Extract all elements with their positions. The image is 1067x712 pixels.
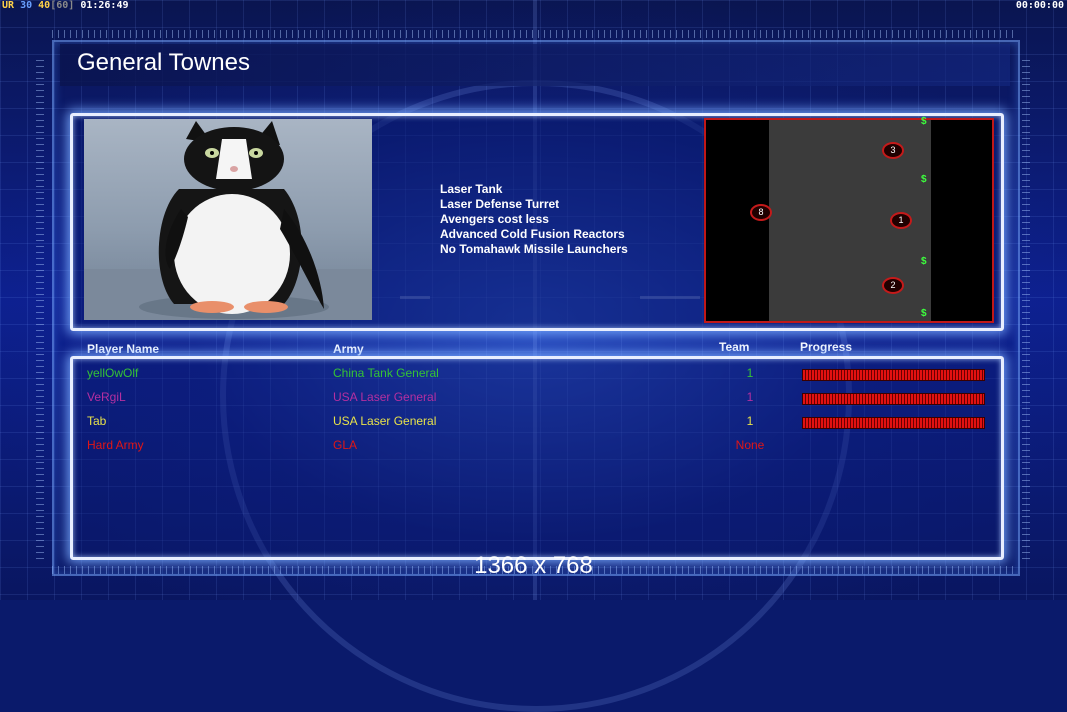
player-progress-bar xyxy=(802,417,985,429)
player-team: 1 xyxy=(746,366,754,380)
players-table-box xyxy=(70,356,1004,560)
player-row: Tab USA Laser General 1 xyxy=(0,414,1067,432)
player-army: China Tank General xyxy=(333,366,439,380)
player-army: GLA xyxy=(333,438,358,452)
player-name: yellOwOlf xyxy=(87,366,139,380)
player-row: yellOwOlf China Tank General 1 xyxy=(0,366,1067,384)
player-team: 1 xyxy=(746,390,754,404)
ruler-right xyxy=(1022,60,1030,560)
game-time: 01:26:49 xyxy=(80,0,129,11)
fps-logic-value: 40 xyxy=(38,0,51,11)
player-row: VeRgiL USA Laser General 1 xyxy=(0,390,1067,408)
feature-item: Laser Defense Turret xyxy=(440,197,560,211)
fps-counter: UR 30 40[60] 01:26:49 xyxy=(2,0,129,11)
feature-item: Advanced Cold Fusion Reactors xyxy=(440,227,625,241)
player-progress-bar xyxy=(802,393,985,405)
general-title: General Townes xyxy=(77,49,250,76)
ruler-top xyxy=(52,30,1016,38)
ruler-left xyxy=(36,60,44,560)
supply-dock-icon: $ xyxy=(921,256,927,267)
start-position-marker: 3 xyxy=(882,142,904,159)
start-position-marker: 1 xyxy=(890,212,912,229)
player-name: Tab xyxy=(87,414,107,428)
player-team: None xyxy=(735,438,765,452)
resolution-label: 1366 x 768 xyxy=(474,552,593,579)
player-team: 1 xyxy=(746,414,754,428)
player-row: Hard Army GLA None xyxy=(0,438,1067,456)
player-progress-bar xyxy=(802,369,985,381)
start-position-marker: 8 xyxy=(750,204,772,221)
fps-ur-label: UR xyxy=(2,0,15,11)
player-name: VeRgiL xyxy=(87,390,126,404)
timer-right: 00:00:00 xyxy=(1015,0,1064,11)
general-features-list: Laser Tank Laser Defense Turret Avengers… xyxy=(440,182,628,257)
fps-value: 30 xyxy=(20,0,33,11)
players-table-header: Player Name Army Team Progress xyxy=(0,340,1067,356)
start-position-marker: 2 xyxy=(882,277,904,294)
hud-topbar: UR 30 40[60] 01:26:49 00:00:00 xyxy=(0,0,1067,12)
supply-dock-icon: $ xyxy=(921,174,927,185)
player-army: USA Laser General xyxy=(333,390,437,404)
portrait-image xyxy=(84,121,372,320)
fps-cap: [60] xyxy=(50,0,75,11)
header-progress: Progress xyxy=(800,340,853,354)
player-name: Hard Army xyxy=(87,438,144,452)
header-army: Army xyxy=(333,342,364,356)
header-team: Team xyxy=(719,340,750,354)
feature-item: Avengers cost less xyxy=(440,212,549,226)
general-portrait xyxy=(84,119,372,320)
map-preview: 3 8 1 2 $ $ $ $ xyxy=(704,116,994,323)
supply-dock-icon: $ xyxy=(921,308,927,319)
feature-item: No Tomahawk Missile Launchers xyxy=(440,242,628,256)
player-army: USA Laser General xyxy=(333,414,437,428)
header-player-name: Player Name xyxy=(87,342,160,356)
supply-dock-icon: $ xyxy=(921,116,927,127)
feature-item: Laser Tank xyxy=(440,182,503,196)
